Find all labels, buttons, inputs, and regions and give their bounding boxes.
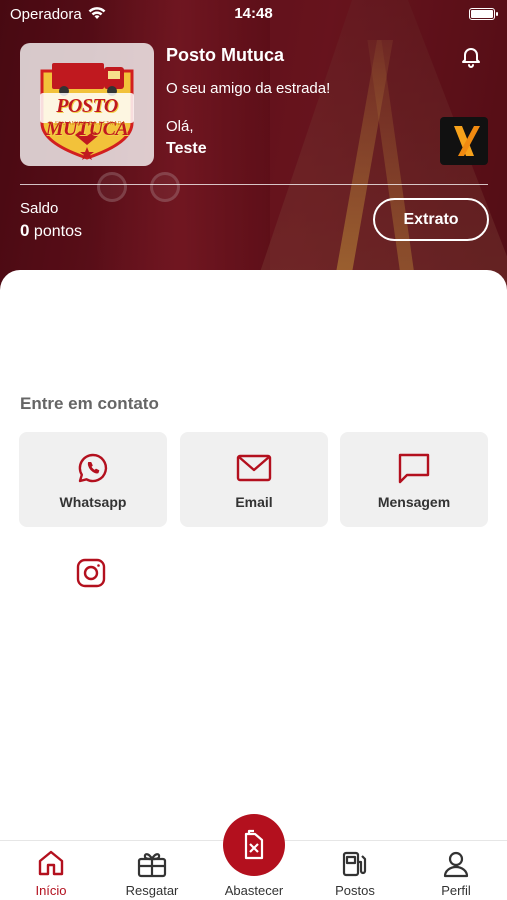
battery-icon xyxy=(469,8,498,20)
tab-inicio[interactable]: Início xyxy=(6,845,96,898)
tab-perfil-label: Perfil xyxy=(441,883,471,898)
station-slogan: O seu amigo da estrada! xyxy=(166,80,331,97)
email-icon xyxy=(236,454,272,482)
statement-button[interactable]: Extrato xyxy=(373,198,489,241)
gift-icon xyxy=(137,853,167,878)
notifications-bell-icon[interactable] xyxy=(459,44,483,68)
station-name: Posto Mutuca xyxy=(166,45,285,65)
clock: 14:48 xyxy=(234,5,273,22)
message-label: Mensagem xyxy=(377,494,451,510)
fuel-station-icon xyxy=(342,851,367,877)
tab-perfil[interactable]: Perfil xyxy=(411,845,501,898)
message-contact-button[interactable]: Mensagem xyxy=(340,432,488,527)
whatsapp-label: Whatsapp xyxy=(59,494,127,510)
tab-postos[interactable]: Postos xyxy=(310,845,400,898)
email-contact-button[interactable]: Email xyxy=(180,432,328,527)
station-logo: POSTO MUTUCA O SEU AMIGO DA ESTRADA xyxy=(20,43,154,166)
tab-postos-label: Postos xyxy=(335,883,375,898)
instagram-icon[interactable] xyxy=(76,558,106,588)
x-brand-icon xyxy=(454,126,480,156)
partner-x-logo[interactable] xyxy=(440,117,488,165)
status-bar: Operadora 14:48 xyxy=(0,0,507,28)
user-icon xyxy=(443,851,469,878)
tab-inicio-label: Início xyxy=(35,883,67,898)
whatsapp-icon xyxy=(78,453,108,483)
balance-value: 0 pontos xyxy=(20,221,82,241)
logo-subtext: O SEU AMIGO DA ESTRADA xyxy=(48,121,126,127)
contact-section-title: Entre em contato xyxy=(20,394,159,413)
refuel-fab-button[interactable] xyxy=(223,814,285,876)
fuel-can-icon xyxy=(244,829,264,860)
logo-text: POSTO MUTUCA xyxy=(45,95,129,140)
message-icon xyxy=(398,453,430,484)
tab-resgatar[interactable]: Resgatar xyxy=(107,845,197,898)
balance-label: Saldo xyxy=(20,200,59,217)
whatsapp-contact-button[interactable]: Whatsapp xyxy=(19,432,167,527)
tab-resgatar-label: Resgatar xyxy=(125,883,179,898)
home-icon xyxy=(38,850,64,876)
email-label: Email xyxy=(235,494,273,510)
greeting-label: Olá, xyxy=(166,118,194,135)
balance-points: 0 xyxy=(20,221,30,240)
header-divider xyxy=(20,184,488,185)
balance-unit: pontos xyxy=(33,223,82,240)
username: Teste xyxy=(166,140,207,157)
tab-abastecer-label: Abastecer xyxy=(224,883,284,898)
